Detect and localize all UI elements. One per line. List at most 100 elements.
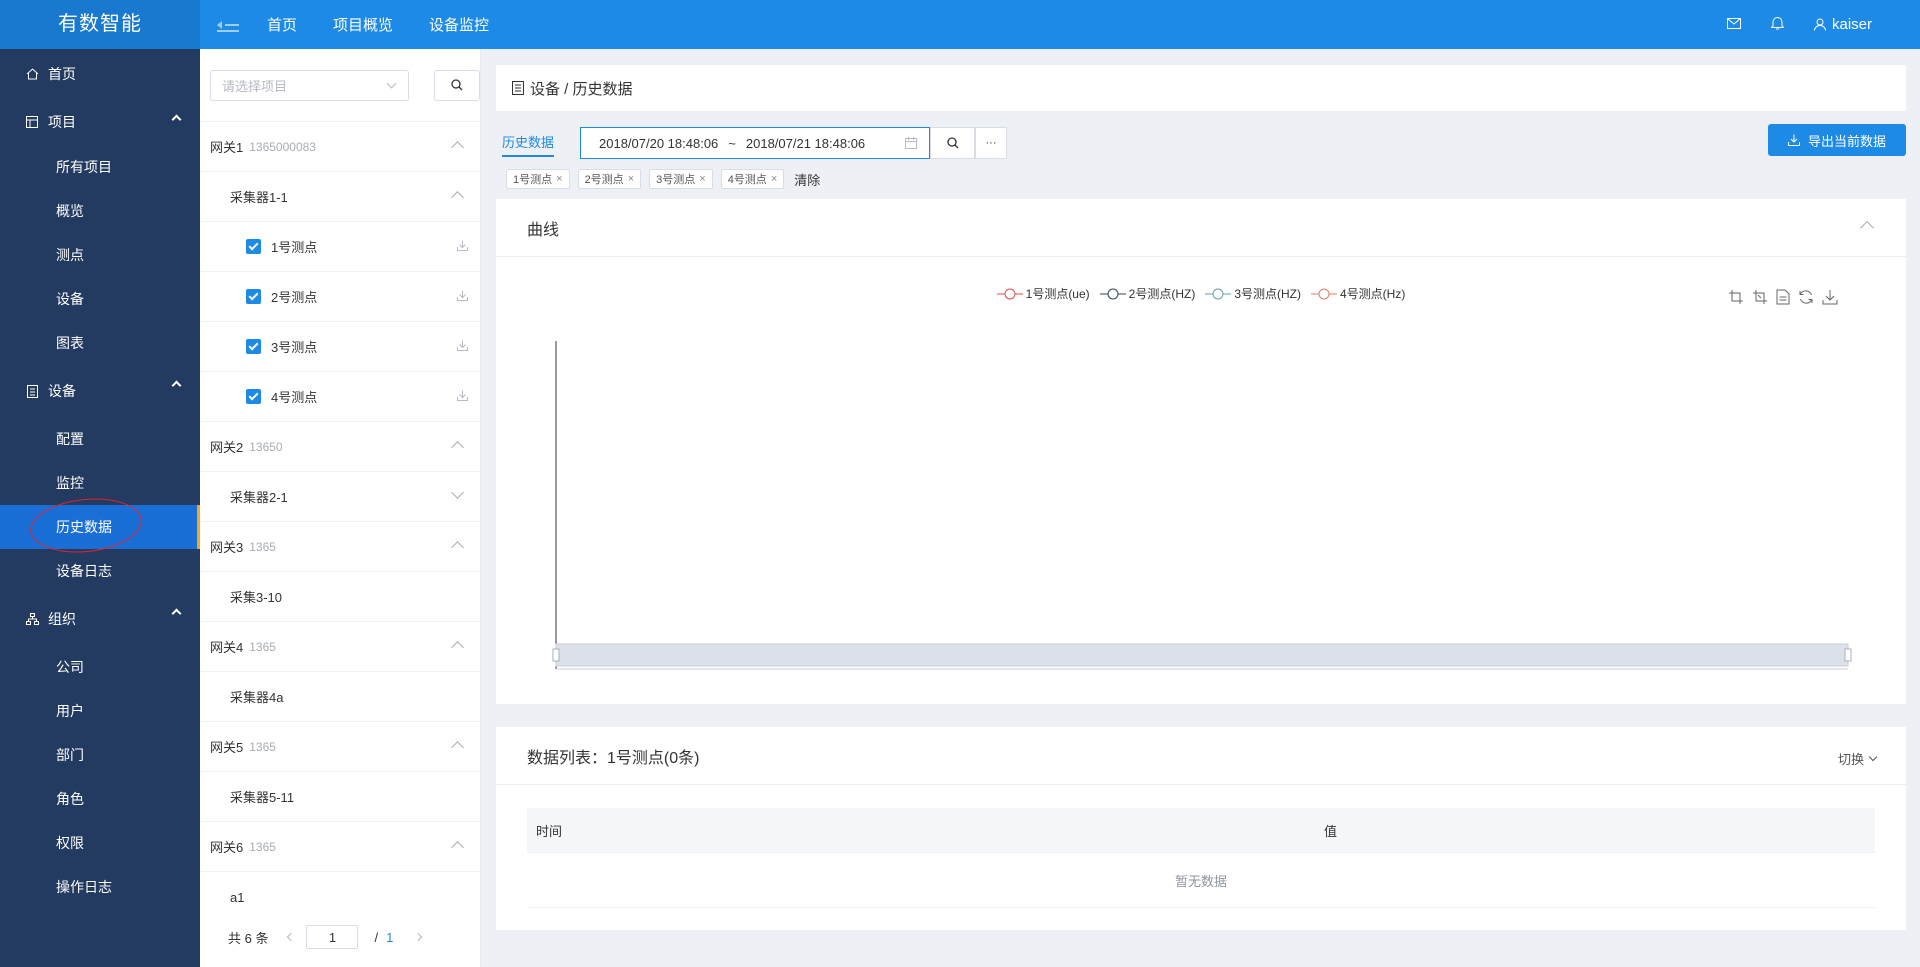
sidebar-group-org[interactable]: 组织 <box>0 593 200 645</box>
chevron-up-icon[interactable] <box>451 441 464 454</box>
bell-icon[interactable] <box>1770 16 1785 34</box>
refresh-icon[interactable] <box>1798 289 1814 305</box>
zoom-reset-icon[interactable] <box>1752 289 1768 305</box>
sidebar-item-users[interactable]: 用户 <box>0 689 200 733</box>
point-checkbox[interactable] <box>246 389 261 404</box>
more-button[interactable]: ··· <box>975 127 1007 159</box>
sidebar-item-departments[interactable]: 部门 <box>0 733 200 777</box>
legend-item[interactable]: 4号测点(Hz) <box>1311 285 1405 302</box>
chevron-down-icon[interactable] <box>451 486 464 499</box>
chevron-right-icon[interactable] <box>414 932 423 942</box>
history-search-button[interactable] <box>930 127 975 159</box>
sidebar-group-device[interactable]: 设备 <box>0 365 200 417</box>
collector-name: 采集3-10 <box>230 590 283 605</box>
sidebar-item-home[interactable]: 首页 <box>0 49 200 99</box>
tree-gateway[interactable]: 网关3 1365 <box>200 522 480 572</box>
sidebar-item-all-projects[interactable]: 所有项目 <box>0 145 200 189</box>
datazoom-handle-right[interactable] <box>1844 648 1852 662</box>
tree-search-button[interactable] <box>434 69 480 101</box>
switch-dropdown[interactable]: 切换 <box>1838 749 1878 768</box>
tree-gateway[interactable]: 网关2 13650 <box>200 422 480 472</box>
sidebar-item-device-log[interactable]: 设备日志 <box>0 549 200 593</box>
tree-collector[interactable]: 采集器1-1 <box>200 172 480 222</box>
point-checkbox[interactable] <box>246 339 261 354</box>
sidebar-item-monitor[interactable]: 监控 <box>0 461 200 505</box>
chevron-up-icon[interactable] <box>451 841 464 854</box>
clear-tags-button[interactable]: 清除 <box>794 170 820 189</box>
download-icon[interactable] <box>457 239 468 254</box>
download-icon[interactable] <box>457 339 468 354</box>
point-checkbox[interactable] <box>246 239 261 254</box>
tab-history[interactable]: 历史数据 <box>502 132 555 157</box>
export-button[interactable]: 导出当前数据 <box>1768 124 1906 156</box>
legend-item[interactable]: 3号测点(HZ) <box>1205 285 1301 302</box>
sidebar-item-operation-log[interactable]: 操作日志 <box>0 865 200 909</box>
chevron-up-icon[interactable] <box>451 191 464 204</box>
download-icon[interactable] <box>457 389 468 404</box>
download-icon[interactable] <box>457 289 468 304</box>
point-checkbox[interactable] <box>246 289 261 304</box>
tree-collector[interactable]: 采集器5-11 <box>200 772 480 822</box>
org-icon <box>24 613 40 625</box>
tree-collector[interactable]: a1 <box>200 872 480 922</box>
sidebar-label: 项目 <box>48 114 76 130</box>
gateway-id: 1365 <box>249 539 276 554</box>
sidebar-item-permissions[interactable]: 权限 <box>0 821 200 865</box>
date-range-picker[interactable]: 2018/07/20 18:48:06 ~ 2018/07/21 18:48:0… <box>580 127 930 159</box>
sidebar-item-overview[interactable]: 概览 <box>0 189 200 233</box>
collector-name: a1 <box>230 889 245 905</box>
tree-point[interactable]: 2号测点 <box>200 272 480 322</box>
chevron-up-icon[interactable] <box>451 541 464 554</box>
legend-item[interactable]: 2号测点(HZ) <box>1099 285 1195 302</box>
home-icon <box>24 68 40 80</box>
datazoom-track[interactable] <box>555 643 1849 667</box>
sidebar-item-charts[interactable]: 图表 <box>0 321 200 365</box>
close-icon[interactable]: × <box>556 173 562 185</box>
tree-collector[interactable]: 采集3-10 <box>200 572 480 622</box>
topnav-project-overview[interactable]: 项目概览 <box>333 14 393 35</box>
chevron-up-icon[interactable] <box>451 141 464 154</box>
pager-page-input[interactable] <box>306 925 359 949</box>
mail-icon[interactable] <box>1726 16 1741 33</box>
top-right-actions: kaiser <box>1697 16 1872 34</box>
tree-gateway[interactable]: 网关6 1365 <box>200 822 480 872</box>
tree-point[interactable]: 4号测点 <box>200 372 480 422</box>
tree-gateway[interactable]: 网关4 1365 <box>200 622 480 672</box>
tree-point[interactable]: 1号测点 <box>200 222 480 272</box>
chevron-up-icon[interactable] <box>451 641 464 654</box>
sidebar-item-config[interactable]: 配置 <box>0 417 200 461</box>
menu-collapse-icon[interactable] <box>217 17 239 33</box>
legend-label: 1号测点(ue) <box>1025 287 1090 301</box>
user-menu[interactable]: kaiser <box>1813 16 1872 33</box>
sidebar-item-devices[interactable]: 设备 <box>0 277 200 321</box>
sidebar-item-history[interactable]: 历史数据 <box>0 505 200 549</box>
gateway-id: 1365 <box>249 639 276 654</box>
datazoom-handle-left[interactable] <box>552 648 560 662</box>
chevron-up-icon[interactable] <box>451 741 464 754</box>
project-select-placeholder: 请选择项目 <box>222 78 288 94</box>
tree-point[interactable]: 3号测点 <box>200 322 480 372</box>
save-image-icon[interactable] <box>1822 289 1838 305</box>
project-select[interactable]: 请选择项目 <box>210 69 410 101</box>
chevron-up-icon[interactable] <box>1859 220 1875 236</box>
gateway-id: 1365000083 <box>249 139 316 154</box>
tree-gateway[interactable]: 网关5 1365 <box>200 722 480 772</box>
zoom-select-icon[interactable] <box>1728 289 1744 305</box>
chevron-left-icon[interactable] <box>287 932 296 942</box>
sidebar-item-company[interactable]: 公司 <box>0 645 200 689</box>
topnav-home[interactable]: 首页 <box>267 14 297 35</box>
column-header-value: 值 <box>1324 823 1338 839</box>
tree-gateway[interactable]: 网关1 1365000083 <box>200 122 480 172</box>
close-icon[interactable]: × <box>628 173 634 185</box>
sidebar-item-points[interactable]: 测点 <box>0 233 200 277</box>
sidebar-group-project[interactable]: 项目 <box>0 99 200 145</box>
tree-collector[interactable]: 采集器4a <box>200 672 480 722</box>
app-logo[interactable]: 有数智能 <box>0 0 200 49</box>
close-icon[interactable]: × <box>771 173 777 185</box>
data-view-icon[interactable] <box>1776 289 1790 305</box>
topnav-device-monitor[interactable]: 设备监控 <box>429 14 489 35</box>
legend-item[interactable]: 1号测点(ue) <box>996 285 1090 302</box>
close-icon[interactable]: × <box>699 173 705 185</box>
sidebar-item-roles[interactable]: 角色 <box>0 777 200 821</box>
tree-collector[interactable]: 采集器2-1 <box>200 472 480 522</box>
